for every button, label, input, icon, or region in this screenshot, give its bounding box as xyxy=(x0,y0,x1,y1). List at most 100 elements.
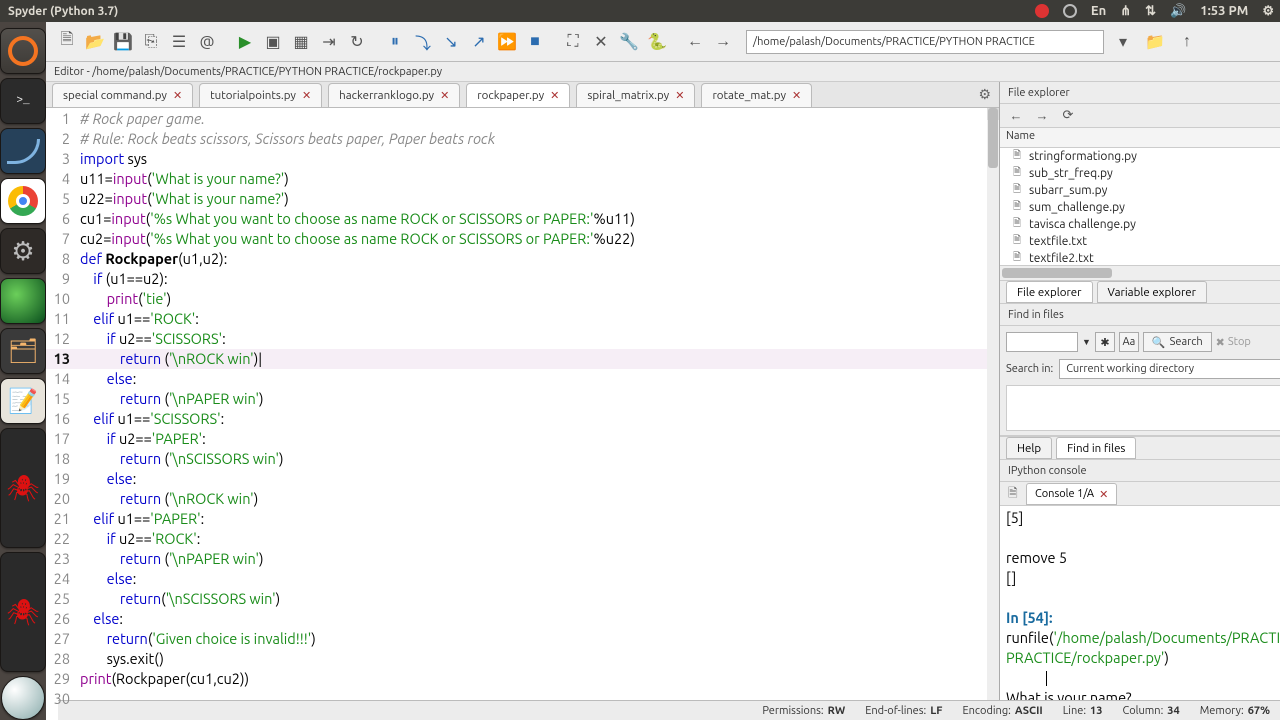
volume-icon[interactable]: 🔊 xyxy=(1170,4,1186,19)
spyder-icon[interactable]: 🕷 xyxy=(0,428,46,548)
python-path-icon[interactable]: 🐍 xyxy=(644,29,670,55)
file-row[interactable]: 🗎sum_challenge.py269 by xyxy=(1000,199,1280,216)
run-cell-advance-icon[interactable]: ▦ xyxy=(288,29,314,55)
working-dir-dropdown-icon[interactable]: ▾ xyxy=(1110,29,1136,55)
maximize-pane-icon[interactable]: ⛶ xyxy=(560,29,586,55)
fe-up-icon[interactable]: ⟳ xyxy=(1060,108,1076,124)
find-stop-button: ✖ Stop xyxy=(1216,336,1251,349)
run-cell-icon[interactable]: ▣ xyxy=(260,29,286,55)
nav-back-icon[interactable]: ← xyxy=(682,29,708,55)
file-explorer-header[interactable]: Name Size xyxy=(1000,128,1280,148)
step-out-icon[interactable]: ↗ xyxy=(466,29,492,55)
find-tabs: Help Find in files xyxy=(1000,436,1280,460)
tab-close-icon[interactable]: ✕ xyxy=(675,89,684,102)
record-indicator-icon[interactable] xyxy=(1035,4,1049,18)
parent-dir-icon[interactable]: ↑ xyxy=(1174,29,1200,55)
find-title: Find in files ▫✕ xyxy=(1000,304,1280,326)
find-results[interactable] xyxy=(1006,385,1280,431)
file-icon: 🗎 xyxy=(1010,219,1024,231)
file-row[interactable]: 🗎stringformationg.py611 by xyxy=(1000,148,1280,165)
fe-col-name[interactable]: Name xyxy=(1000,128,1280,147)
tab-find[interactable]: Find in files xyxy=(1056,437,1136,459)
fe-hscrollbar[interactable] xyxy=(1000,266,1280,280)
clock[interactable]: 1:53 PM xyxy=(1200,4,1248,18)
right-panel: File explorer ▫✕ ← → ⟳ ⚙ Name Size 🗎stri… xyxy=(1000,82,1280,720)
file-row[interactable]: 🗎sub_str_freq.py603 by xyxy=(1000,165,1280,182)
network-icon[interactable]: ⇅ xyxy=(1145,4,1156,19)
dash-icon[interactable] xyxy=(0,28,46,74)
files-icon[interactable]: 🗂 xyxy=(0,328,46,374)
continue-icon[interactable]: ⏩ xyxy=(494,29,520,55)
search-in-label: Search in: xyxy=(1006,363,1053,375)
find-input[interactable] xyxy=(1006,332,1078,352)
debug-icon[interactable]: ⏸ xyxy=(382,29,408,55)
console-file-icon[interactable]: 🗎 xyxy=(1008,484,1022,505)
list-icon[interactable]: ☰ xyxy=(166,29,192,55)
console-tabs: 🗎 Console 1/A ✕ ■ ✎ ⚙ xyxy=(1000,482,1280,506)
fe-fwd-icon[interactable]: → xyxy=(1034,108,1050,124)
editor-tab[interactable]: spiral_matrix.py ✕ xyxy=(576,83,695,107)
save-all-icon[interactable]: ⎘ xyxy=(138,29,164,55)
fe-back-icon[interactable]: ← xyxy=(1008,108,1024,124)
file-row[interactable]: 🗎subarr_sum.py1 xyxy=(1000,182,1280,199)
file-row[interactable]: 🗎tavisca challenge.py1 xyxy=(1000,216,1280,233)
file-row[interactable]: 🗎textfile2.txt27 by xyxy=(1000,250,1280,266)
console-output[interactable]: [5] remove 5 [] In [54]: runfile('/home/… xyxy=(1000,506,1280,720)
file-explorer-title: File explorer ▫✕ xyxy=(1000,82,1280,104)
status-col: 34 xyxy=(1167,705,1179,717)
tab-close-icon[interactable]: ✕ xyxy=(302,89,311,102)
fullscreen-icon[interactable]: ✕ xyxy=(588,29,614,55)
file-explorer-list[interactable]: 🗎stringformationg.py611 by🗎sub_str_freq.… xyxy=(1000,148,1280,266)
step-into-icon[interactable]: ↘ xyxy=(438,29,464,55)
text-editor-icon[interactable]: 📝 xyxy=(0,378,46,424)
open-file-icon[interactable]: 📂 xyxy=(82,29,108,55)
console-tab-close-icon[interactable]: ✕ xyxy=(1099,488,1108,501)
editor-tab[interactable]: special command.py ✕ xyxy=(52,83,193,107)
terminal-icon[interactable]: >_ xyxy=(0,78,46,124)
system-settings-icon[interactable]: ⚙ xyxy=(0,228,46,274)
tab-variable-explorer[interactable]: Variable explorer xyxy=(1097,281,1207,303)
editor-tab[interactable]: rotate_mat.py ✕ xyxy=(701,83,812,107)
camera-icon[interactable] xyxy=(0,278,46,324)
working-dir-combo[interactable]: /home/palash/Documents/PRACTICE/PYTHON P… xyxy=(746,30,1104,54)
tab-close-icon[interactable]: ✕ xyxy=(550,89,559,102)
tab-help[interactable]: Help xyxy=(1006,437,1052,459)
run-selection-icon[interactable]: ⇥ xyxy=(316,29,342,55)
find-search-button[interactable]: 🔍 Search xyxy=(1143,332,1212,352)
code-editor[interactable]: 1234567891011121314151617181920212223242… xyxy=(46,108,999,720)
editor-tab[interactable]: rockpaper.py ✕ xyxy=(466,83,570,107)
save-icon[interactable]: 💾 xyxy=(110,29,136,55)
settings-icon[interactable]: ⚙ xyxy=(1262,4,1274,19)
run-icon[interactable]: ▶ xyxy=(232,29,258,55)
tab-close-icon[interactable]: ✕ xyxy=(440,89,449,102)
editor-tab-bar: special command.py ✕tutorialpoints.py ✕h… xyxy=(46,82,999,108)
tab-options-icon[interactable]: ⚙ xyxy=(978,86,991,103)
app-icon[interactable] xyxy=(0,128,46,174)
browse-dir-icon[interactable]: 📁 xyxy=(1142,29,1168,55)
find-case-button[interactable]: Aa xyxy=(1119,332,1139,352)
editor-tab[interactable]: hackerranklogo.py ✕ xyxy=(328,83,460,107)
console-tab[interactable]: Console 1/A ✕ xyxy=(1026,483,1117,505)
step-over-icon[interactable]: ⤵ xyxy=(410,29,436,55)
rerun-icon[interactable]: ↻ xyxy=(344,29,370,55)
at-icon[interactable]: @ xyxy=(194,29,220,55)
editor-tab[interactable]: tutorialpoints.py ✕ xyxy=(199,83,322,107)
tab-close-icon[interactable]: ✕ xyxy=(173,89,182,102)
new-file-icon[interactable]: 🗎 xyxy=(54,29,80,55)
search-in-combo[interactable]: Current working directory xyxy=(1059,359,1280,379)
app-icon-2[interactable] xyxy=(1,676,45,720)
chrome-icon[interactable] xyxy=(0,178,46,224)
language-indicator[interactable]: En xyxy=(1091,4,1106,18)
file-row[interactable]: 🗎textfile.txt123 by xyxy=(1000,233,1280,250)
code-content[interactable]: # Rock paper game.# Rule: Rock beats sci… xyxy=(80,108,999,720)
preferences-icon[interactable]: 🔧 xyxy=(616,29,642,55)
tab-close-icon[interactable]: ✕ xyxy=(792,89,801,102)
tab-file-explorer[interactable]: File explorer xyxy=(1006,281,1093,303)
find-regex-icon[interactable]: ✱ xyxy=(1095,332,1115,352)
file-icon: 🗎 xyxy=(1010,185,1024,197)
tray-icon[interactable] xyxy=(1063,4,1077,18)
nav-forward-icon[interactable]: → xyxy=(710,29,736,55)
bluetooth-icon[interactable]: ⋔ xyxy=(1120,4,1131,19)
stop-debug-icon[interactable]: ■ xyxy=(522,29,548,55)
spyder-icon-2[interactable]: 🕷 xyxy=(0,552,46,672)
